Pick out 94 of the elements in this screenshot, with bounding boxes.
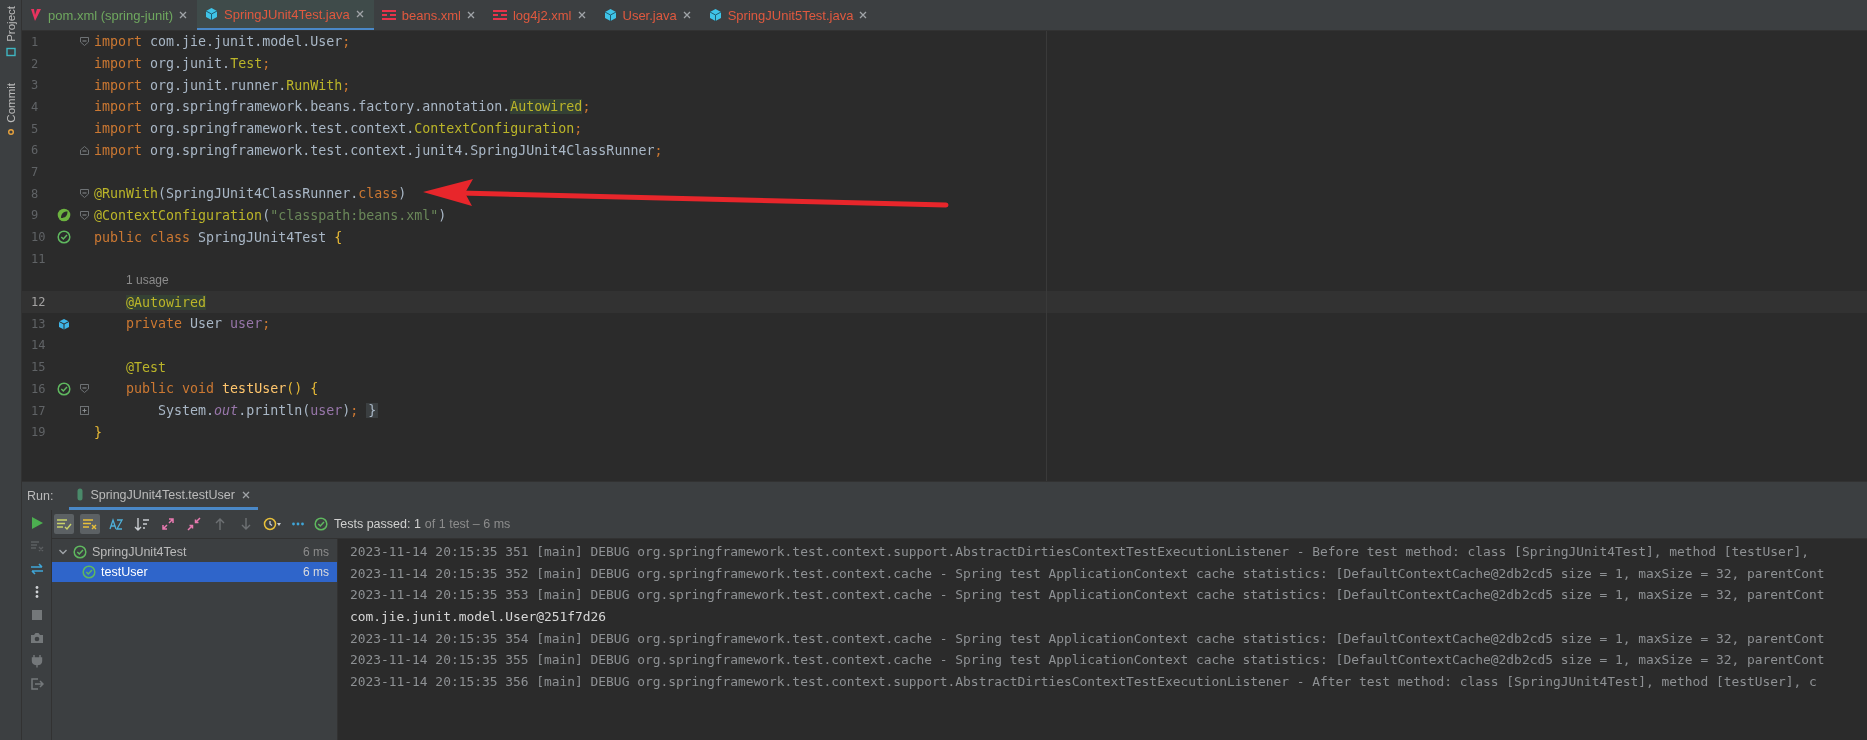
fold-marker-icon[interactable] (80, 384, 89, 394)
test-status-detail: of 1 test – 6 ms (424, 517, 511, 531)
code-line: @RunWith(SpringJUnit4ClassRunner.class) (94, 186, 407, 202)
fold-marker-icon[interactable] (80, 145, 89, 155)
editor-tab[interactable]: User.java (595, 0, 701, 30)
code-line: import org.junit.runner.RunWith; (94, 77, 351, 93)
list-cross-icon[interactable] (82, 517, 98, 531)
check-circle-icon (73, 545, 87, 559)
line-number: 13 (30, 316, 47, 331)
console-line: 2023-11-14 20:15:35 354 [main] DEBUG org.springframework.test.context.cache - Spring test ApplicationContext cache statistics: [DefaultContextCache@2db2cd5 size = 1, maxSize = 32, parentCont (350, 629, 1826, 648)
check-circle-icon[interactable] (57, 381, 71, 396)
test-tube-icon (77, 488, 84, 501)
editor-tab[interactable]: beans.xml (373, 0, 485, 30)
line-number: 8 (30, 186, 40, 201)
close-icon[interactable] (179, 11, 187, 19)
duration: 6 ms (303, 565, 329, 579)
editor-tab[interactable]: log4j2.xml (484, 0, 596, 30)
bars-icon (381, 9, 396, 21)
line-number: 14 (30, 338, 47, 353)
play-icon[interactable] (29, 516, 44, 530)
tree-item[interactable]: SpringJUnit4Test 6 ms (52, 542, 337, 562)
line-number: 16 (30, 381, 47, 396)
close-icon[interactable] (466, 11, 475, 19)
expand-icon[interactable] (161, 517, 175, 531)
code-line: } (94, 424, 102, 440)
console-line: 2023-11-14 20:15:35 351 [main] DEBUG org.springframework.test.context.support.AbstractDirtiesContextTestExecutionListener - Before test method: class [SpringJUnit4Test], method [testUser], (350, 543, 1811, 561)
folder-icon[interactable] (5, 46, 16, 57)
close-icon[interactable] (241, 490, 250, 499)
duration: 6 ms (303, 545, 329, 559)
console-line: com.jie.junit.model.User@251f7d26 (350, 608, 608, 627)
panel-title: Run: (27, 489, 54, 503)
line-number: 11 (30, 251, 47, 266)
commit-icon[interactable] (5, 127, 16, 138)
tool-window-tab[interactable]: Commit (4, 82, 17, 123)
line-number: 2 (30, 56, 40, 71)
editor-tab[interactable]: SpringJUnit4Test.java (197, 0, 374, 30)
line-number: 9 (30, 208, 40, 223)
close-icon[interactable] (859, 11, 868, 19)
code-line: import org.junit.Test; (94, 56, 271, 72)
line-number: 17 (30, 403, 47, 418)
v-logo-icon (30, 8, 42, 22)
code-line: import org.springframework.test.context.ContextConfiguration; (94, 121, 583, 137)
bars-icon (492, 9, 507, 21)
cube-icon (205, 7, 218, 21)
fold-marker-icon[interactable] (80, 189, 89, 199)
sort-icon[interactable] (108, 517, 124, 531)
console-line: 2023-11-14 20:15:35 353 [main] DEBUG org.springframework.test.context.cache - Spring test ApplicationContext cache statistics: [DefaultContextCache@2db2cd5 size = 1, maxSize = 32, parentCont (350, 586, 1826, 605)
tool-window-tab[interactable]: Project (4, 6, 17, 42)
line-number: 4 (30, 99, 40, 114)
cube-icon (603, 8, 617, 22)
close-icon[interactable] (355, 10, 364, 18)
code-line: private User user; (125, 316, 271, 332)
line-number: 6 (30, 143, 40, 158)
code-line: @Test (125, 359, 167, 375)
line-number: 7 (30, 164, 40, 179)
line-number: 1 (30, 34, 40, 49)
editor-tab[interactable]: pom.xml (spring-junit) (22, 0, 197, 30)
list-check-icon[interactable] (56, 517, 72, 531)
fold-marker-icon[interactable] (80, 37, 89, 47)
line-number: 15 (30, 360, 47, 375)
code-line: import org.springframework.beans.factory.annotation.Autowired; (94, 99, 591, 115)
expand-fold-icon[interactable] (80, 406, 89, 416)
code-line: public class SpringJUnit4Test { (94, 229, 343, 245)
fold-marker-icon[interactable] (80, 210, 89, 220)
line-number: 19 (30, 425, 47, 440)
editor-tab[interactable]: SpringJUnit5Test.java (700, 0, 878, 30)
line-number: 12 (30, 295, 47, 310)
cube-icon[interactable] (58, 317, 70, 330)
code-line: System.out.println(user); } (157, 403, 379, 419)
usage-hint[interactable]: 1 usage (126, 273, 169, 288)
console-line: 2023-11-14 20:15:35 356 [main] DEBUG org.springframework.test.context.support.AbstractDirtiesContextTestExecutionListener - After test method: class [SpringJUnit4Test], method [testUser], c (350, 673, 1818, 692)
tree-item[interactable]: testUser 6 ms (52, 562, 337, 582)
console-line: 2023-11-14 20:15:35 355 [main] DEBUG org.springframework.test.context.cache - Spring test ApplicationContext cache statistics: [DefaultContextCache@2db2cd5 size = 1, maxSize = 32, parentCont (350, 651, 1826, 670)
collapse-icon[interactable] (187, 517, 201, 531)
check-circle-icon (82, 565, 96, 579)
code-line: import com.jie.junit.model.User; (94, 34, 351, 50)
history-icon[interactable] (263, 517, 281, 531)
line-number: 3 (30, 78, 40, 93)
chevron-icon[interactable] (58, 547, 68, 557)
line-number: 5 (30, 121, 40, 136)
close-icon[interactable] (682, 11, 691, 19)
check-circle-icon (314, 517, 328, 531)
check-circle-icon[interactable] (57, 230, 71, 245)
leaf-icon[interactable] (57, 208, 71, 223)
test-status: Tests passed: 1 (334, 517, 421, 531)
code-line: public void testUser() { (125, 381, 319, 397)
code-line: import org.springframework.test.context.junit4.SpringJUnit4ClassRunner; (94, 142, 663, 158)
cube-icon (708, 8, 722, 22)
sort-icon[interactable] (134, 517, 150, 531)
console-line: 2023-11-14 20:15:35 352 [main] DEBUG org.springframework.test.context.cache - Spring test ApplicationContext cache statistics: [DefaultContextCache@2db2cd5 size = 1, maxSize = 32, parentCont (350, 564, 1826, 583)
swap-arrows-icon[interactable] (29, 562, 44, 576)
close-icon[interactable] (577, 11, 586, 19)
code-line: @ContextConfiguration("classpath:beans.xml") (94, 207, 447, 223)
line-number: 10 (30, 230, 47, 245)
